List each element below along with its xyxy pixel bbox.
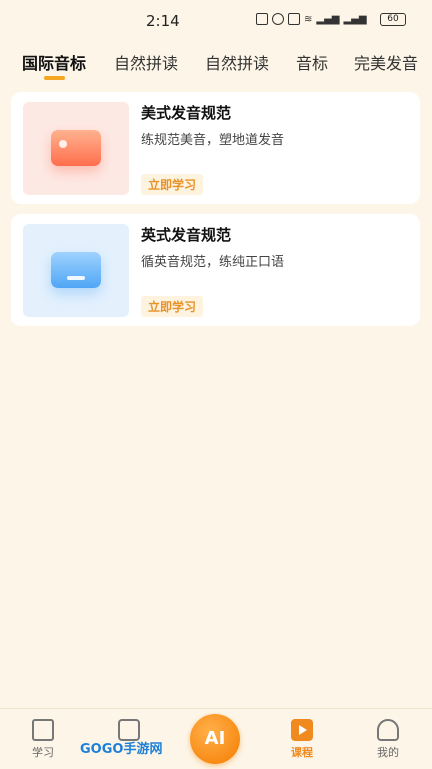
category-tabs: 国际音标 自然拼读 自然拼读 音标 完美发音 (0, 48, 432, 84)
start-learning-button[interactable]: 立即学习 (141, 174, 204, 195)
watermark-logo: GOGO手游网 (80, 742, 163, 757)
nav-mine-label: 我的 (377, 746, 399, 759)
nav-course-label: 课程 (291, 746, 313, 759)
signal-icon: ▂▄▆ (316, 13, 340, 25)
battery-icon: 60 (380, 13, 406, 26)
user-icon (377, 719, 399, 741)
wifi-icon: ≋ (304, 13, 313, 25)
home-icon (32, 719, 54, 741)
status-time: 2:14 (146, 12, 180, 30)
tab-international-phonetics[interactable]: 国际音标 (22, 50, 86, 74)
status-icons: ≋ ▂▄▆ ▂▄▆ (256, 13, 367, 25)
course-card-british[interactable]: 英式发音规范 循英音规范，练纯正口语 立即学习 (11, 214, 420, 326)
nav-study-label: 学习 (32, 746, 54, 759)
ai-button[interactable]: AI (190, 714, 240, 764)
play-icon (291, 719, 313, 741)
folder-bar (67, 276, 85, 280)
folder-dot (59, 140, 67, 148)
course-title: 英式发音规范 (141, 226, 232, 244)
folder-icon (51, 130, 101, 166)
folder-icon (51, 252, 101, 288)
course-subtitle: 循英音规范，练纯正口语 (141, 255, 285, 270)
tab-phonics[interactable]: 自然拼读 (114, 50, 178, 74)
tab-phonics-2[interactable]: 自然拼读 (205, 50, 269, 74)
tab-indicator (44, 76, 65, 80)
start-learning-button[interactable]: 立即学习 (141, 296, 204, 317)
nav-mine[interactable]: 我的 (358, 719, 418, 760)
signal-icon: ▂▄▆ (343, 13, 367, 25)
course-thumbnail (23, 102, 129, 195)
tab-perfect-pronunciation[interactable]: 完美发音 (354, 50, 418, 74)
course-subtitle: 练规范美音，塑地道发音 (141, 133, 285, 148)
course-title: 美式发音规范 (141, 104, 232, 122)
nav-course[interactable]: 课程 (272, 719, 332, 760)
course-thumbnail (23, 224, 129, 317)
nav-study[interactable]: 学习 (13, 719, 73, 760)
status-bar: 2:14 ≋ ▂▄▆ ▂▄▆ 60 (0, 0, 432, 40)
course-card-american[interactable]: 美式发音规范 练规范美音，塑地道发音 立即学习 (11, 92, 420, 204)
tab-phonetics[interactable]: 音标 (296, 50, 328, 74)
nfc-icon (256, 13, 268, 25)
vibrate-icon (288, 13, 300, 25)
alarm-icon (272, 13, 284, 25)
